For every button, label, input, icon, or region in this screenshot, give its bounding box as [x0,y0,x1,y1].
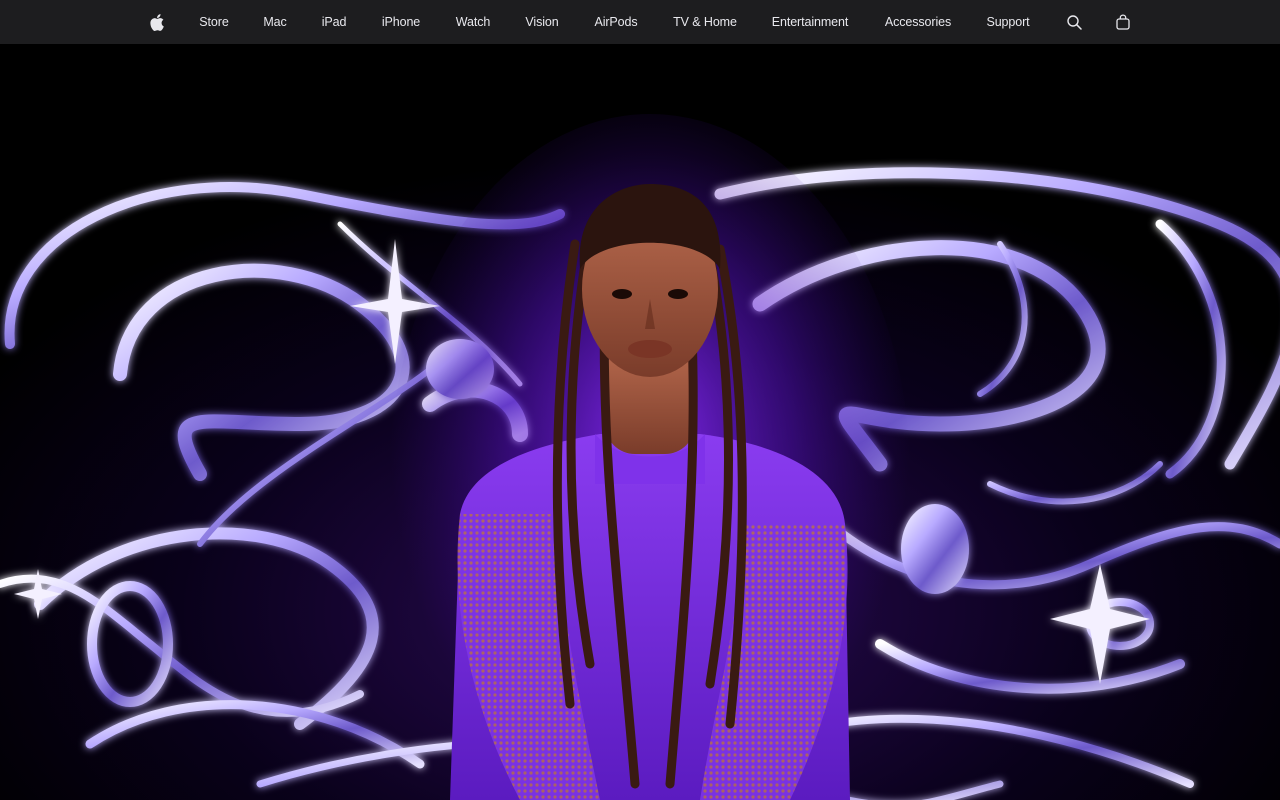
nav-item-ipad[interactable]: iPad [316,0,352,44]
nav-item-iphone[interactable]: iPhone [376,0,426,44]
nav-item-watch[interactable]: Watch [449,0,497,44]
nav-item-accessories[interactable]: Accessories [880,0,956,44]
global-nav: Store Mac iPad iPhone Watch Vision AirPo… [0,0,1280,44]
nav-item-store[interactable]: Store [194,0,234,44]
nav-item-entertainment[interactable]: Entertainment [765,0,855,44]
nav-list: Store Mac iPad iPhone Watch Vision AirPo… [0,0,1280,44]
nav-item-tv-home[interactable]: TV & Home [668,0,742,44]
search-icon-shape [1066,14,1082,30]
hero-banner[interactable] [0,44,1280,800]
nav-item-mac[interactable]: Mac [258,0,292,44]
nav-item-support[interactable]: Support [980,0,1036,44]
apple-logo-shape [150,13,164,31]
nav-item-airpods[interactable]: AirPods [588,0,644,44]
hero-artwork [0,44,1280,800]
search-icon[interactable] [1063,0,1085,44]
nav-item-vision[interactable]: Vision [518,0,566,44]
apple-logo-icon[interactable] [146,0,168,44]
shopping-bag-icon[interactable] [1112,0,1134,44]
shopping-bag-icon-shape [1116,14,1130,30]
